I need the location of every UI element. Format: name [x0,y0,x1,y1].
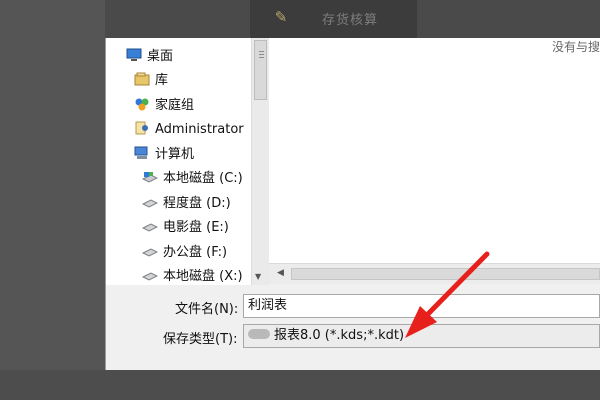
filename-input[interactable]: 利润表 [243,294,600,318]
nav-item-drive-d[interactable]: 程度盘 (D:) [141,193,231,215]
filetype-select[interactable]: 报表8.0 (*.kds;*.kdt) [243,324,600,348]
app-toolbar-label: 存货核算 [322,13,379,28]
file-list-area[interactable]: 没有与搜 [269,38,600,263]
nav-item-label: 计算机 [155,147,195,162]
grip-line [259,54,264,55]
nav-item-drive-e[interactable]: 电影盘 (E:) [141,217,229,239]
library-icon [134,72,150,86]
drive-icon [141,219,159,233]
nav-item-label: 库 [155,73,169,88]
nav-item-drive-f[interactable]: 办公盘 (F:) [141,242,228,264]
filename-label: 文件名(N): [175,302,239,317]
nav-item-administrator[interactable]: Administrator [134,119,244,141]
scrollbar-thumb[interactable] [291,268,600,280]
filetype-label: 保存类型(T): [163,332,238,347]
drive-icon [141,195,159,209]
nav-item-desktop[interactable]: 桌面 [126,46,173,68]
app-toolbar-button[interactable]: ✎ 存货核算 [250,0,417,38]
scroll-down-arrow-icon[interactable]: ▼ [255,272,261,281]
scroll-left-arrow-icon[interactable]: ◀ [277,268,284,278]
nav-item-label: 电影盘 (E:) [163,220,229,235]
nav-item-label: 家庭组 [155,98,195,113]
grip-line [259,51,264,52]
nav-item-computer[interactable]: 计算机 [134,144,194,166]
system-drive-icon [141,170,159,184]
nav-item-label: 程度盘 (D:) [163,196,231,211]
scrollbar-thumb[interactable] [254,40,267,100]
desktop-icon [126,48,142,62]
file-list-horizontal-scrollbar[interactable]: ◀ [269,263,600,284]
save-dialog: 桌面 库 家庭组 Administrator 计算机 本地磁盘 (C:) 程度盘… [105,38,600,370]
nav-item-drive-x[interactable]: 本地磁盘 (X:) [141,266,243,285]
nav-item-homegroup[interactable]: 家庭组 [134,95,194,117]
nav-item-label: 本地磁盘 (X:) [163,269,243,284]
drive-icon [141,268,159,282]
grip-line [259,57,264,58]
backdrop-left [0,0,105,400]
nav-item-library[interactable]: 库 [134,70,168,92]
blurred-product-name [248,329,270,339]
nav-vertical-scrollbar[interactable]: ▼ [251,38,269,285]
app-icon: ✎ [274,8,288,26]
nav-item-label: 办公盘 (F:) [163,245,228,260]
backdrop-bottom [0,370,600,400]
filename-value: 利润表 [248,298,288,313]
computer-icon [134,146,150,160]
homegroup-icon [134,97,150,111]
empty-search-message: 没有与搜 [551,40,600,54]
filetype-value: 报表8.0 (*.kds;*.kdt) [274,328,405,343]
nav-item-label: Administrator [155,122,244,137]
nav-item-label: 桌面 [147,49,174,64]
nav-item-drive-c[interactable]: 本地磁盘 (C:) [141,168,243,190]
user-folder-icon [134,121,150,135]
nav-item-label: 本地磁盘 (C:) [163,171,243,186]
drive-icon [141,244,159,258]
navigation-pane[interactable]: 桌面 库 家庭组 Administrator 计算机 本地磁盘 (C:) 程度盘… [106,38,251,285]
